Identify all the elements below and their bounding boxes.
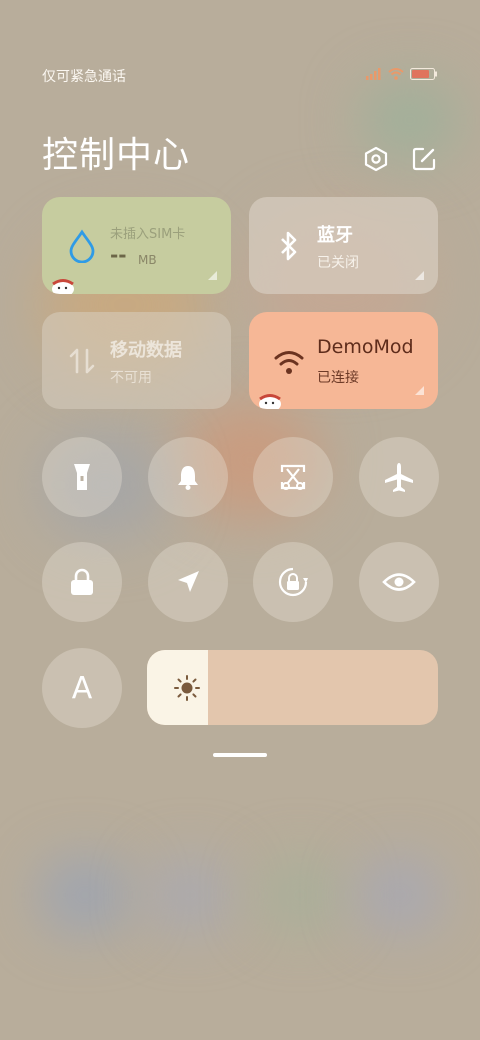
bluetooth-icon (281, 231, 297, 261)
airplane-mode-toggle[interactable] (359, 437, 439, 517)
screenshot-icon (280, 464, 306, 490)
mobile-data-icon (69, 348, 95, 374)
bell-icon (178, 466, 198, 490)
carrier-status-text: 仅可紧急通话 (42, 69, 126, 85)
wifi-network-name: DemoMod (317, 336, 414, 358)
airplane-icon (385, 463, 413, 492)
tile-expand-indicator (415, 386, 424, 395)
battery-icon (410, 68, 437, 80)
mobile-data-label: 移动数据 (110, 340, 182, 361)
tile-expand-indicator (208, 271, 217, 280)
font-size-label: A (71, 670, 93, 706)
wifi-tile[interactable]: DemoMod 已连接 (249, 312, 438, 409)
flashlight-toggle[interactable] (42, 437, 122, 517)
brightness-slider[interactable] (147, 650, 438, 725)
wifi-icon (274, 351, 304, 374)
bluetooth-label: 蓝牙 (317, 225, 353, 246)
edit-icon[interactable] (411, 146, 437, 172)
lock-screen-toggle[interactable] (42, 542, 122, 622)
settings-icon[interactable] (363, 146, 389, 172)
rotation-lock-toggle[interactable] (253, 542, 333, 622)
lock-icon (71, 568, 93, 595)
bluetooth-status: 已关闭 (317, 255, 359, 271)
mascot-decoration (259, 394, 281, 409)
mobile-data-tile[interactable]: 移动数据 不可用 (42, 312, 231, 409)
notification-toggle[interactable] (148, 437, 228, 517)
signal-icon (366, 68, 381, 80)
font-size-button[interactable]: A (42, 648, 122, 728)
tile-expand-indicator (415, 271, 424, 280)
mobile-data-status: 不可用 (110, 370, 152, 386)
screenshot-toggle[interactable] (253, 437, 333, 517)
bluetooth-tile[interactable]: 蓝牙 已关闭 (249, 197, 438, 294)
wifi-icon (388, 68, 404, 80)
reading-mode-toggle[interactable] (359, 542, 439, 622)
data-usage-value: -- (110, 243, 127, 267)
location-icon (178, 571, 199, 592)
sim-status-label: 未插入SIM卡 (110, 227, 186, 242)
water-drop-icon (69, 229, 95, 263)
status-bar: 仅可紧急通话 (42, 66, 438, 86)
location-toggle[interactable] (148, 542, 228, 622)
flashlight-icon (74, 464, 90, 490)
data-usage-tile[interactable]: 未插入SIM卡 -- MB (42, 197, 231, 294)
sun-icon (174, 675, 200, 701)
data-usage-unit: MB (138, 253, 157, 267)
drag-handle[interactable] (213, 753, 267, 757)
eye-icon (382, 573, 416, 591)
mascot-decoration (52, 279, 74, 294)
page-title: 控制中心 (42, 135, 191, 176)
wifi-status: 已连接 (317, 370, 359, 386)
rotation-lock-icon (278, 567, 308, 597)
